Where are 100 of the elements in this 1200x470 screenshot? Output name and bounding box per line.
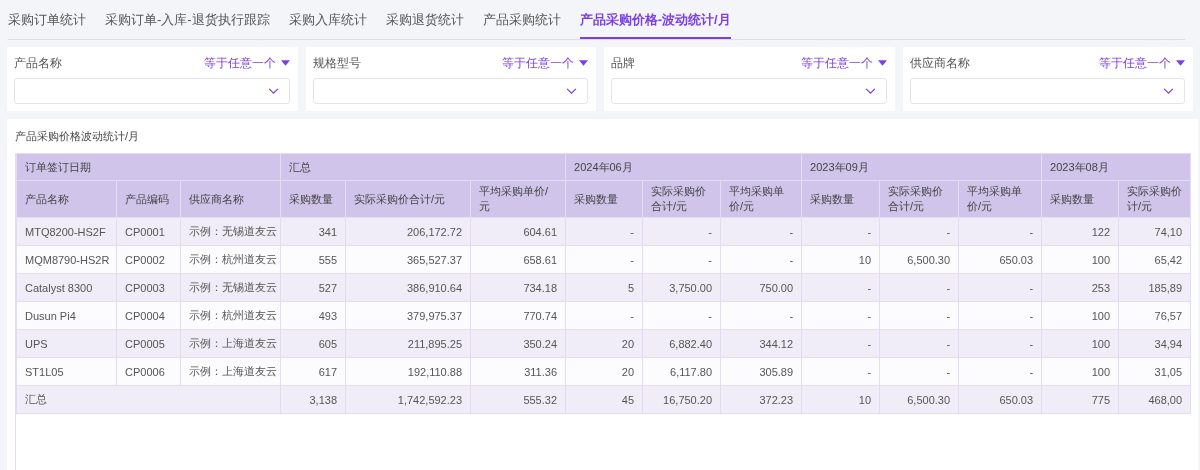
table-cell: MQM8790-HS2R [16,245,117,274]
table-cell: - [642,217,721,246]
table-cell: 650.03 [958,245,1042,274]
caret-down-icon [877,60,887,66]
select-field[interactable] [909,78,1185,104]
table-cell: - [801,329,880,358]
table-cell: 汇总 [16,385,281,414]
column-header: 产品名称 [16,180,117,218]
table-cell: - [565,245,643,274]
filter-label: 规格型号 [312,54,361,72]
table-cell: 372.23 [720,385,802,414]
table-cell: 31,05 [1118,357,1191,386]
table-cell: 555 [280,245,346,274]
table-cell: 65,42 [1118,245,1191,274]
table-cell: 3,138 [280,385,346,414]
table-cell: 344.12 [720,329,802,358]
table-cell: 386,910.64 [345,273,471,302]
caret-down-icon [579,60,588,66]
table-cell: 379,975.37 [345,301,471,330]
tab[interactable]: 采购退货统计 [385,0,473,39]
column-header: 产品编码 [116,180,181,218]
column-group-header: 汇总 [280,153,566,181]
table-cell: 34,94 [1118,329,1191,358]
table-cell: 100 [1041,301,1119,330]
column-header: 平均采购单价/元 [958,180,1042,218]
table-cell: 1,742,592.23 [345,385,471,414]
operator-dropdown[interactable]: 等于任意一个 [1099,54,1185,72]
table-cell: - [879,329,959,358]
table-cell: 311.36 [470,357,566,386]
table-cell: 6,882.40 [642,329,721,358]
table-cell: 100 [1041,357,1119,386]
operator-dropdown[interactable]: 等于任意一个 [502,54,588,72]
tab[interactable]: 采购订单-入库-退货执行跟踪 [105,0,279,39]
table-cell: 341 [280,217,346,246]
table-cell: CP0002 [116,245,181,274]
table-cell: - [720,245,802,274]
table-cell: 100 [1041,245,1119,274]
select-field[interactable] [611,78,887,104]
table-cell: 76,57 [1118,301,1191,330]
table-cell: 365,527.37 [345,245,471,274]
tab[interactable]: 产品采购价格-波动统计/月 [579,0,731,39]
table-cell: - [958,329,1042,358]
column-header: 实际采购价合计/元 [642,180,721,218]
table-cell: 305.89 [720,357,802,386]
table-cell: ST1L05 [16,357,117,386]
table-cell: 示例：无锡道友云 [180,273,281,302]
table-cell: 211,895.25 [345,329,471,358]
table-cell: 555.32 [470,385,566,414]
tab[interactable]: 采购入库统计 [288,0,376,39]
select-field[interactable] [14,78,290,104]
table-cell: CP0003 [116,273,181,302]
table-cell: - [642,245,721,274]
column-header: 采购数量 [801,180,880,218]
table-cell: - [879,357,959,386]
column-header: 平均采购单价/元 [720,180,802,218]
table-cell: 605 [280,329,346,358]
table-cell: CP0001 [116,217,181,246]
table-cell: 74,10 [1118,217,1191,246]
table-cell: - [720,301,802,330]
column-header: 供应商名称 [180,180,281,218]
table-cell: - [801,357,880,386]
tab[interactable]: 产品采购统计 [482,0,570,39]
table-cell: - [801,273,880,302]
select-field[interactable] [312,78,588,104]
chevron-down-icon [864,87,876,95]
column-header: 实际采购价计/元 [1118,180,1191,218]
column-group-header: 订单签订日期 [16,153,281,181]
table-cell: CP0004 [116,301,181,330]
table-cell: 45 [565,385,643,414]
column-group-header: 2023年08月 [1041,153,1191,181]
chevron-down-icon [1163,87,1174,95]
table-cell: - [958,301,1042,330]
caret-down-icon [1176,60,1185,66]
table-cell: 6,117.80 [642,357,721,386]
table-cell: 604.61 [470,217,566,246]
operator-dropdown[interactable]: 等于任意一个 [203,54,290,72]
filter-label: 产品名称 [14,54,62,72]
column-header: 实际采购价合计/元 [345,180,471,218]
table-cell: 734.18 [470,273,566,302]
table-cell: 493 [280,301,346,330]
table-cell: 5 [565,273,643,302]
table-cell: - [958,357,1042,386]
filter-label: 品牌 [611,54,635,72]
column-header: 实际采购价合计/元 [879,180,959,218]
table-cell: - [720,217,802,246]
table-cell: 122 [1041,217,1119,246]
table-cell: - [642,301,721,330]
table-cell: 6,500.30 [879,245,959,274]
table-cell: 示例：上海道友云 [180,357,281,386]
table-cell: - [879,217,959,246]
tab[interactable]: 采购订单统计 [8,0,95,39]
operator-dropdown[interactable]: 等于任意一个 [800,54,887,72]
table-cell: 3,750.00 [642,273,721,302]
column-header: 采购数量 [280,180,346,218]
table-cell: - [801,301,880,330]
table-cell: 192,110.88 [345,357,471,386]
table-cell: 示例：无锡道友云 [180,217,281,246]
table-cell: UPS [16,329,117,358]
column-header: 采购数量 [565,180,643,218]
table-cell: - [958,217,1042,246]
